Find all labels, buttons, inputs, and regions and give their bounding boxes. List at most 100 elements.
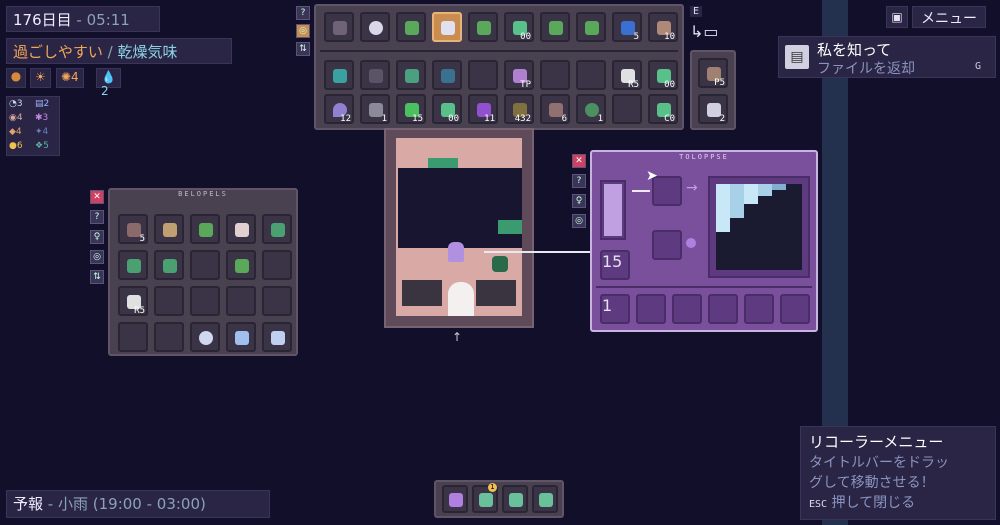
tool-slot-rake[interactable] (540, 12, 570, 42)
inv-slot-shirt-3[interactable] (396, 60, 426, 90)
inv-slot-frog-3[interactable]: 00 (432, 94, 462, 124)
target-icon-2[interactable]: ◎ (90, 250, 104, 264)
inv-slot-shirt-4[interactable] (432, 60, 462, 90)
output-slot-4[interactable] (708, 294, 738, 324)
axe-icon (235, 223, 249, 237)
menu-button[interactable]: メニュー (912, 6, 986, 28)
side-slot-feet[interactable]: 2 (698, 94, 728, 124)
inv-slot-empty-3[interactable] (576, 60, 606, 90)
inv-slot-seeds[interactable]: 432 (504, 94, 534, 124)
output-slot-1[interactable]: 1 (600, 294, 630, 324)
hotbar-slot-3[interactable] (502, 485, 528, 513)
storage-slot-hoe[interactable] (226, 250, 256, 280)
storage-slot-feather[interactable] (226, 322, 256, 352)
output-slot-2[interactable] (636, 294, 666, 324)
save-icon[interactable]: ▣ (886, 6, 908, 28)
storage-slot-empty-7[interactable] (118, 322, 148, 352)
target-icon-3[interactable]: ◎ (572, 214, 586, 228)
inv-slot-tv[interactable]: TP (504, 60, 534, 90)
quest-box[interactable]: ▤ 私を知って ファイルを返却 G (778, 36, 996, 78)
tool-slot-shovel[interactable] (396, 12, 426, 42)
output-slot-3[interactable] (672, 294, 702, 324)
tool-slot-axe[interactable] (432, 12, 462, 42)
inv-slot-creature-1[interactable]: R5 (612, 60, 642, 90)
storage-slot-sparkle[interactable] (262, 322, 292, 352)
pin-icon-2[interactable]: ♀ (572, 194, 586, 208)
shirt-icon (441, 69, 455, 83)
close-icon-2[interactable]: ✕ (572, 154, 586, 168)
mouse-cursor-icon: ➤ (646, 168, 658, 184)
inv-slot-empty-1[interactable] (468, 60, 498, 90)
inv-slot-empty-4[interactable] (612, 94, 642, 124)
storage-slot-shovel[interactable] (190, 214, 220, 244)
inv-slot-shirt-1[interactable] (324, 60, 354, 90)
storage-slot-leaf-3[interactable] (154, 250, 184, 280)
inv-slot-moth[interactable]: 11 (468, 94, 498, 124)
room-barrels (476, 280, 516, 306)
input-slot-bottom[interactable]: 15 (600, 250, 630, 280)
recorder-hint[interactable]: リコーラーメニュー タイトルバーをドラッ グして移動させる！ ESC 押して閉じ… (800, 426, 996, 520)
close-icon[interactable]: ✕ (90, 190, 104, 204)
storage-slot-empty-8[interactable] (154, 322, 184, 352)
quest-subtitle: ファイルを返却 (817, 61, 915, 77)
storage-slot-empty-3[interactable] (154, 286, 184, 316)
storage-slot-empty-2[interactable] (262, 250, 292, 280)
creature-slot[interactable] (652, 230, 682, 260)
storage-slot-empty-1[interactable] (190, 250, 220, 280)
storage-slot-leaf-2[interactable] (118, 250, 148, 280)
storage-title[interactable]: BELOPELS (110, 190, 296, 198)
room-crates (402, 280, 442, 306)
tool-slot-magnifier[interactable] (360, 12, 390, 42)
weather-condition: 過ごしやすい (13, 43, 103, 61)
potion-icon (479, 493, 493, 507)
tool-slot-hoe[interactable] (468, 12, 498, 42)
inv-slot-shirt-2[interactable] (360, 60, 390, 90)
sort-icon[interactable]: ⇅ (296, 42, 310, 56)
pin-icon[interactable]: ♀ (90, 230, 104, 244)
crafting-title[interactable]: TOLOPPSE (592, 153, 816, 161)
sort-icon-2[interactable]: ⇅ (90, 270, 104, 284)
storage-slot-empty-5[interactable] (226, 286, 256, 316)
hotbar-slot-1[interactable] (442, 485, 468, 513)
inv-slot-machine[interactable]: 1 (360, 94, 390, 124)
inv-slot-plant[interactable]: 15 (396, 94, 426, 124)
heat-stat: ✺4 (56, 68, 84, 88)
inv-slot-stump[interactable]: 6 (540, 94, 570, 124)
crafting-divider (596, 286, 812, 288)
storage-slot-empty-4[interactable] (190, 286, 220, 316)
tool-slot-frog[interactable]: 00 (504, 12, 534, 42)
storage-slot-creature[interactable]: R5 (118, 286, 148, 316)
frog-npc[interactable] (492, 256, 508, 272)
inv-slot-frog-2[interactable]: 00 (648, 60, 678, 90)
resource-grid: ◔3 ▤2 ◉4 ✱3 ◆4 ✦4 ●6 ❖5 (6, 96, 60, 156)
inv-slot-empty-2[interactable] (540, 60, 570, 90)
output-slot-6[interactable] (780, 294, 810, 324)
hotbar-slot-2[interactable]: 1 (472, 483, 498, 513)
tool-slot-log[interactable]: 10 (648, 12, 678, 42)
inv-slot-leaf[interactable]: 1 (576, 94, 606, 124)
help-icon-2[interactable]: ? (90, 210, 104, 224)
up-arrow-icon[interactable]: ↑ (452, 330, 462, 344)
output-slot-5[interactable] (744, 294, 774, 324)
target-icon[interactable]: ◎ (296, 24, 310, 38)
storage-slot-empty-6[interactable] (262, 286, 292, 316)
exit-arrow-icon[interactable]: ↳▭ (690, 22, 719, 41)
room-door[interactable] (448, 282, 474, 316)
help-icon-3[interactable]: ? (572, 174, 586, 188)
help-icon[interactable]: ? (296, 6, 310, 20)
tool-slot-beetle[interactable]: 5 (612, 12, 642, 42)
hotbar-slot-4[interactable] (532, 485, 558, 513)
side-slot-creature[interactable]: P5 (698, 58, 728, 88)
inv-slot-frog-4[interactable]: C0 (648, 94, 678, 124)
tool-slot-hand[interactable] (324, 12, 354, 42)
inv-slot-water[interactable]: 12 (324, 94, 354, 124)
storage-slot-can[interactable]: 5 (118, 214, 148, 244)
hotbar-badge: 1 (488, 483, 497, 492)
storage-slot-flower[interactable] (190, 322, 220, 352)
storage-slot-rod[interactable] (154, 214, 184, 244)
tool-slot-pickaxe[interactable] (576, 12, 606, 42)
player-character[interactable] (448, 242, 464, 262)
storage-slot-axe[interactable] (226, 214, 256, 244)
clipboard-icon: ▤ (785, 45, 809, 69)
storage-slot-leaf[interactable] (262, 214, 292, 244)
